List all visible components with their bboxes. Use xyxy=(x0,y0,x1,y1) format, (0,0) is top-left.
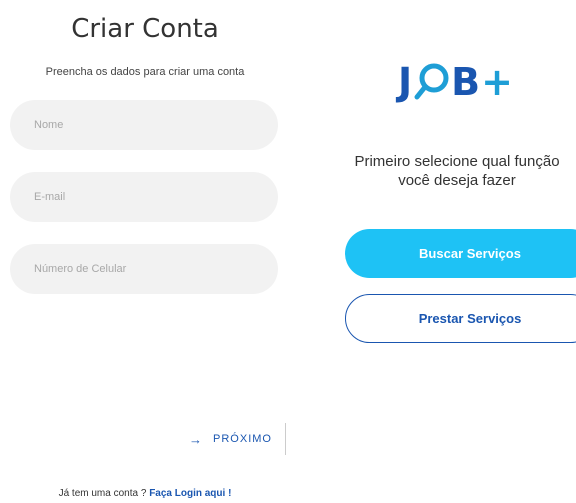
next-button-label: PRÓXIMO xyxy=(213,433,272,445)
logo-letter-j: J xyxy=(398,60,414,104)
page-subtitle: Preencha os dados para criar uma conta xyxy=(45,66,245,78)
email-field[interactable] xyxy=(10,172,278,222)
job-plus-logo: J B + xyxy=(398,60,514,104)
login-prompt-text: Já tem uma conta ? xyxy=(58,488,147,499)
next-button[interactable]: → PRÓXIMO xyxy=(176,423,286,455)
role-prompt: Primeiro selecione qual função você dese… xyxy=(338,152,576,190)
login-link[interactable]: Faça Login aqui ! xyxy=(149,488,231,499)
logo-letter-b: B xyxy=(451,60,482,104)
role-prompt-line1: Primeiro selecione qual função xyxy=(354,153,560,170)
arrow-right-icon: → xyxy=(189,431,204,447)
phone-field[interactable] xyxy=(10,244,278,294)
find-services-button[interactable]: Buscar Serviços xyxy=(345,229,576,278)
logo-plus: + xyxy=(481,60,514,104)
login-prompt-line: Já tem uma conta ? Faça Login aqui ! xyxy=(0,488,290,499)
name-field[interactable] xyxy=(10,100,278,150)
page-title: Criar Conta xyxy=(71,14,219,44)
provide-services-button[interactable]: Prestar Serviços xyxy=(345,294,576,343)
magnifier-o-icon xyxy=(414,63,449,100)
role-prompt-line2: você deseja fazer xyxy=(398,172,516,189)
